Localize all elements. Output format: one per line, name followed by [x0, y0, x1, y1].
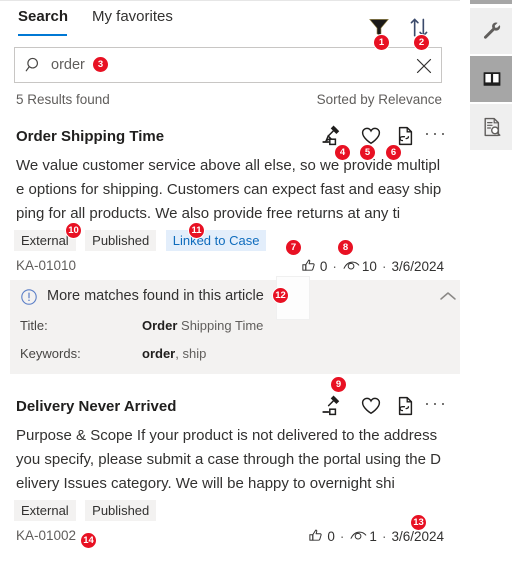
result-snippet: Purpose & Scope If your product is not d… [16, 427, 441, 492]
sort-ascending-descending-icon[interactable] [406, 14, 432, 40]
match-highlight: Order [142, 318, 178, 333]
more-matches-field-value: order, ship [142, 346, 206, 361]
likes-count: 0 [319, 259, 328, 274]
views-eye-icon [349, 528, 368, 544]
views-count: 1 [369, 529, 377, 544]
more-matches-row: Title: Order Shipping Time [10, 318, 460, 344]
link-to-case-icon[interactable] [320, 125, 342, 147]
book-knowledge-icon [481, 68, 503, 90]
tab-my-favorites[interactable]: My favorites [92, 6, 173, 36]
result-tags: External Published [14, 500, 161, 522]
more-options-icon[interactable]: ··· [424, 394, 448, 417]
result-snippet: We value customer service above all else… [16, 157, 442, 222]
document-search-icon [481, 116, 503, 138]
search-icon [25, 56, 43, 74]
result-actions: ··· [320, 124, 450, 151]
link-to-case-icon[interactable] [320, 395, 342, 417]
close-icon[interactable] [414, 56, 434, 76]
tab-bar: Search My favorites [0, 6, 460, 42]
rail-top-divider [470, 0, 512, 4]
more-matches-panel[interactable]: More matches found in this article Title… [10, 280, 460, 374]
result-footer: KA-01010 0 · 10 · 3/6/2024 [0, 258, 460, 280]
copy-link-icon[interactable] [394, 125, 416, 147]
article-id: KA-01002 [16, 528, 77, 543]
hover-tooltip-popup [276, 276, 310, 320]
result-stats: 0 · 10 · 3/6/2024 [300, 258, 444, 278]
more-matches-row: Keywords: order, ship [10, 346, 460, 372]
match-highlight: order [142, 346, 176, 361]
tag-published: Published [85, 500, 157, 521]
search-input[interactable]: order [14, 47, 442, 83]
result-title[interactable]: Delivery Never Arrived [16, 398, 176, 415]
copy-link-icon[interactable] [394, 395, 416, 417]
chevron-up-icon[interactable] [438, 289, 458, 305]
more-matches-title: More matches found in this article [47, 288, 264, 304]
more-matches-field-label: Title: [20, 318, 48, 333]
search-input-value[interactable]: order [51, 56, 85, 75]
views-count: 10 [361, 259, 377, 274]
modified-date: 3/6/2024 [391, 259, 444, 274]
info-circle-icon [20, 288, 38, 306]
more-options-icon[interactable]: ··· [424, 124, 448, 147]
views-eye-icon [342, 258, 361, 274]
tag-published: Published [85, 230, 157, 251]
heart-favorite-icon[interactable] [360, 395, 382, 417]
tag-external: External [14, 500, 76, 521]
result-actions: ··· [320, 394, 450, 421]
thumbs-up-icon [300, 258, 319, 274]
result-title[interactable]: Order Shipping Time [16, 128, 164, 145]
result-tags: External Published Linked to Case [14, 230, 271, 252]
tab-search[interactable]: Search [18, 6, 68, 36]
sidebar-item-tools[interactable] [470, 8, 512, 54]
top-divider [0, 0, 460, 1]
right-sidebar [462, 0, 512, 562]
likes-count: 0 [327, 529, 335, 544]
filter-icon[interactable] [366, 14, 392, 40]
heart-favorite-icon[interactable] [360, 125, 382, 147]
result-stats: 0 · 1 · 3/6/2024 [307, 528, 444, 548]
wrench-tools-icon [481, 20, 503, 42]
result-footer: KA-01002 0 · 1 · 3/6/2024 [0, 528, 460, 550]
match-rest: , ship [175, 346, 207, 361]
sidebar-item-knowledge[interactable] [470, 56, 512, 102]
tab-active-indicator [18, 34, 67, 36]
modified-date: 3/6/2024 [391, 529, 444, 544]
tag-linked-to-case: Linked to Case [165, 230, 267, 251]
search-pane: Search My favorites order 5 Results foun… [0, 0, 460, 562]
match-rest: Shipping Time [177, 318, 264, 333]
more-matches-field-value: Order Shipping Time [142, 318, 263, 333]
article-id: KA-01010 [16, 258, 77, 273]
tag-external: External [14, 230, 76, 251]
sort-label[interactable]: Sorted by Relevance [317, 92, 442, 107]
knowledge-search-app: Search My favorites order 5 Results foun… [0, 0, 512, 562]
more-matches-field-label: Keywords: [20, 346, 81, 361]
results-count: 5 Results found [16, 92, 110, 107]
thumbs-up-icon [307, 528, 326, 544]
sidebar-item-similar-records[interactable] [470, 104, 512, 150]
